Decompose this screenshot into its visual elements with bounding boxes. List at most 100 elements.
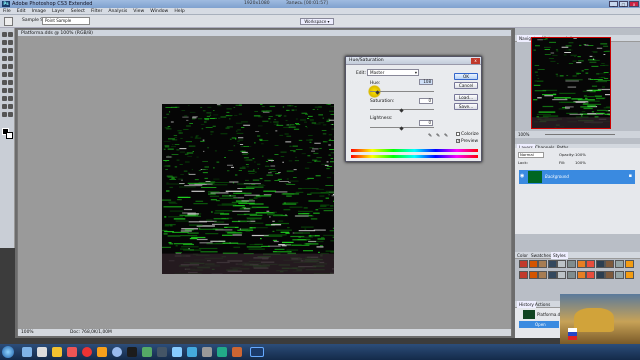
- menu-analysis[interactable]: Analysis: [105, 8, 130, 15]
- navigator-zoom-slider[interactable]: [545, 134, 615, 135]
- menu-layer[interactable]: Layer: [49, 8, 68, 15]
- style-swatch[interactable]: [624, 260, 634, 268]
- style-swatch[interactable]: [615, 260, 624, 268]
- eyedropper-plus-icon[interactable]: ✎: [436, 133, 440, 139]
- blend-mode-select[interactable]: Normal: [518, 152, 544, 158]
- menu-help[interactable]: Help: [171, 8, 187, 15]
- style-swatch[interactable]: [547, 260, 557, 268]
- tool-icon[interactable]: [8, 40, 13, 45]
- document-tab[interactable]: Platforma.dds @ 100% (RGB/8): [18, 30, 511, 37]
- explorer-icon[interactable]: [22, 347, 32, 357]
- eye-icon[interactable]: ◉: [520, 173, 524, 179]
- style-swatch[interactable]: [557, 271, 567, 279]
- saturation-input[interactable]: 0: [419, 98, 433, 104]
- tool-icon[interactable]: [8, 48, 13, 53]
- vlc-icon[interactable]: [97, 347, 107, 357]
- fill-value[interactable]: 100%: [575, 160, 586, 165]
- style-swatch[interactable]: [595, 260, 605, 268]
- background-color-swatch[interactable]: [6, 132, 13, 139]
- preview-checkbox[interactable]: ✓: [456, 139, 460, 143]
- tool-icon[interactable]: [2, 80, 7, 85]
- tool-icon[interactable]: [2, 32, 7, 37]
- menu-file[interactable]: File: [0, 8, 14, 15]
- opera-icon[interactable]: [82, 347, 92, 357]
- style-swatch[interactable]: [615, 271, 624, 279]
- tool-icon[interactable]: [2, 56, 7, 61]
- tool-icon[interactable]: [2, 112, 7, 117]
- cancel-button[interactable]: Cancel: [454, 82, 478, 89]
- history-step-row[interactable]: Open: [519, 321, 559, 328]
- lightness-input[interactable]: 0: [419, 120, 433, 126]
- style-swatch[interactable]: [519, 260, 528, 268]
- style-swatch[interactable]: [557, 260, 567, 268]
- start-orb-icon[interactable]: [2, 346, 14, 358]
- style-swatch[interactable]: [624, 271, 634, 279]
- tool-icon[interactable]: [8, 104, 13, 109]
- tab-swatches[interactable]: Swatches: [531, 252, 551, 259]
- photoshop-taskbar-icon[interactable]: [250, 347, 264, 357]
- tab-history[interactable]: History: [517, 301, 536, 308]
- style-swatch[interactable]: [586, 271, 596, 279]
- layer-row[interactable]: ◉ Background ▪: [519, 170, 635, 184]
- style-swatch[interactable]: [519, 271, 528, 279]
- ok-button[interactable]: OK: [454, 73, 478, 80]
- style-swatch[interactable]: [605, 271, 615, 279]
- load-button[interactable]: Load...: [454, 94, 478, 101]
- style-swatch[interactable]: [547, 271, 557, 279]
- tool-icon[interactable]: [8, 88, 13, 93]
- menu-window[interactable]: Window: [147, 8, 171, 15]
- menu-filter[interactable]: Filter: [88, 8, 105, 15]
- tab-actions[interactable]: Actions: [535, 301, 550, 308]
- menu-select[interactable]: Select: [68, 8, 88, 15]
- zoom-readout[interactable]: 100%: [21, 329, 34, 337]
- game-icon[interactable]: [142, 347, 152, 357]
- tool-icon[interactable]: [8, 32, 13, 37]
- saturation-slider-thumb[interactable]: [399, 108, 404, 113]
- tool-icon[interactable]: [2, 104, 7, 109]
- media-player-icon[interactable]: [37, 347, 47, 357]
- style-swatch[interactable]: [576, 260, 586, 268]
- menu-view[interactable]: View: [130, 8, 147, 15]
- dialog-close-icon[interactable]: x: [471, 58, 480, 64]
- eyedropper-icon[interactable]: ✎: [428, 133, 432, 139]
- minimize-icon[interactable]: _: [609, 1, 618, 7]
- tool-icon[interactable]: [8, 64, 13, 69]
- opacity-value[interactable]: 100%: [575, 152, 586, 157]
- colorize-checkbox[interactable]: [456, 132, 460, 136]
- tool-icon[interactable]: [157, 347, 167, 357]
- tool-icon[interactable]: [2, 40, 7, 45]
- edit-select[interactable]: Master ▾: [367, 69, 419, 76]
- folder-icon[interactable]: [52, 347, 62, 357]
- app-icon-4[interactable]: [232, 347, 242, 357]
- navigator-zoom-value[interactable]: 100%: [518, 131, 529, 138]
- sample-size-select[interactable]: Point Sample: [42, 17, 90, 25]
- tool-icon[interactable]: [2, 64, 7, 69]
- tool-icon[interactable]: [2, 72, 7, 77]
- network-icon[interactable]: [172, 347, 182, 357]
- eyedropper-tool-icon[interactable]: [4, 17, 13, 26]
- app-icon-3[interactable]: [217, 347, 227, 357]
- tab-color[interactable]: Color: [517, 252, 528, 259]
- style-swatch[interactable]: [567, 260, 576, 268]
- navigator-thumbnail[interactable]: [531, 37, 626, 129]
- style-swatch[interactable]: [595, 271, 605, 279]
- app-icon-1[interactable]: [187, 347, 197, 357]
- style-swatch[interactable]: [528, 260, 538, 268]
- style-swatch[interactable]: [576, 271, 586, 279]
- style-swatch[interactable]: [538, 260, 548, 268]
- tool-icon[interactable]: [8, 112, 13, 117]
- hue-input[interactable]: 108: [419, 79, 433, 85]
- tab-styles[interactable]: Styles: [551, 252, 568, 259]
- player-icon[interactable]: [67, 347, 77, 357]
- style-swatch[interactable]: [538, 271, 548, 279]
- tool-icon[interactable]: [2, 96, 7, 101]
- menu-image[interactable]: Image: [29, 8, 49, 15]
- style-swatch[interactable]: [567, 271, 576, 279]
- lightness-slider-thumb[interactable]: [399, 126, 404, 131]
- style-swatch[interactable]: [528, 271, 538, 279]
- style-swatch[interactable]: [605, 260, 615, 268]
- save-button[interactable]: Save...: [454, 103, 478, 110]
- qip-icon[interactable]: [112, 347, 122, 357]
- tool-icon[interactable]: [8, 72, 13, 77]
- tool-icon[interactable]: [8, 80, 13, 85]
